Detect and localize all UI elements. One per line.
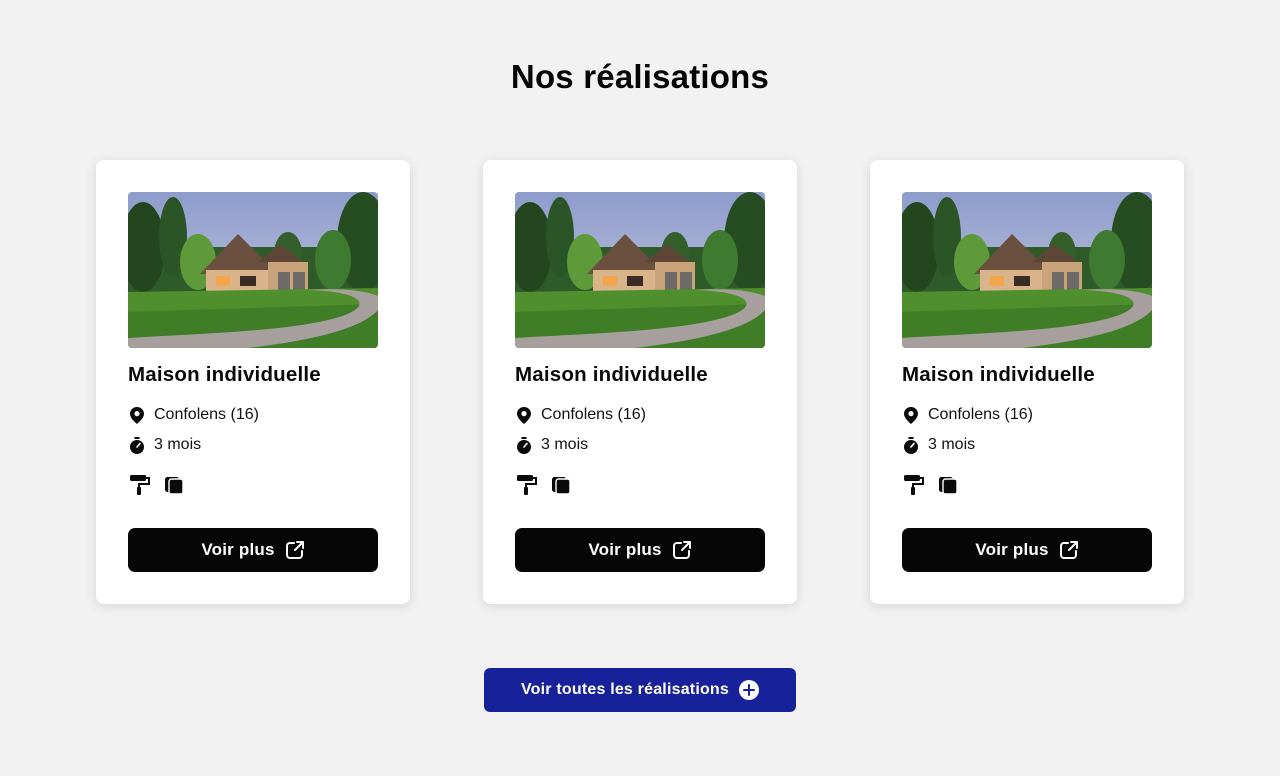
stopwatch-icon	[515, 436, 533, 454]
project-image[interactable]	[515, 192, 765, 348]
duration-text: 3 mois	[154, 436, 202, 453]
project-title: Maison individuelle	[902, 363, 1095, 386]
layers-icon	[162, 473, 186, 497]
page: Nos réalisations Maison individuelle Con…	[0, 0, 1280, 776]
service-icons	[902, 473, 960, 497]
project-location: Confolens (16)	[128, 405, 259, 425]
voir-plus-button[interactable]: Voir plus	[515, 528, 765, 572]
duration-text: 3 mois	[928, 436, 976, 453]
project-image[interactable]	[902, 192, 1152, 348]
project-duration: 3 mois	[902, 435, 975, 455]
location-text: Confolens (16)	[928, 406, 1033, 423]
paint-roller-icon	[128, 473, 152, 497]
project-card: Maison individuelle Confolens (16) 3 moi…	[96, 160, 410, 604]
location-text: Confolens (16)	[541, 406, 646, 423]
voir-plus-button[interactable]: Voir plus	[128, 528, 378, 572]
duration-text: 3 mois	[541, 436, 589, 453]
section-title: Nos réalisations	[510, 58, 770, 95]
stopwatch-icon	[128, 436, 146, 454]
map-pin-icon	[902, 406, 920, 424]
map-pin-icon	[128, 406, 146, 424]
house-photo	[515, 192, 765, 348]
external-link-icon	[285, 540, 305, 560]
service-icons	[128, 473, 186, 497]
stopwatch-icon	[902, 436, 920, 454]
house-photo	[902, 192, 1152, 348]
voir-plus-button[interactable]: Voir plus	[902, 528, 1152, 572]
map-pin-icon	[515, 406, 533, 424]
voir-toutes-label: Voir toutes les réalisations	[520, 681, 730, 698]
project-card: Maison individuelle Confolens (16) 3 moi…	[483, 160, 797, 604]
voir-toutes-realisations-button[interactable]: Voir toutes les réalisations	[484, 668, 796, 712]
plus-circle-icon	[739, 680, 760, 700]
location-text: Confolens (16)	[154, 406, 259, 423]
project-location: Confolens (16)	[902, 405, 1033, 425]
project-title: Maison individuelle	[515, 363, 708, 386]
layers-icon	[549, 473, 573, 497]
house-photo	[128, 192, 378, 348]
project-image[interactable]	[128, 192, 378, 348]
project-card: Maison individuelle Confolens (16) 3 moi…	[870, 160, 1184, 604]
service-icons	[515, 473, 573, 497]
projects-grid: Maison individuelle Confolens (16) 3 moi…	[96, 160, 1184, 604]
paint-roller-icon	[902, 473, 926, 497]
voir-plus-label: Voir plus	[201, 540, 275, 559]
voir-plus-label: Voir plus	[975, 540, 1049, 559]
layers-icon	[936, 473, 960, 497]
paint-roller-icon	[515, 473, 539, 497]
voir-plus-label: Voir plus	[588, 540, 662, 559]
project-location: Confolens (16)	[515, 405, 646, 425]
project-duration: 3 mois	[128, 435, 201, 455]
external-link-icon	[672, 540, 692, 560]
project-duration: 3 mois	[515, 435, 588, 455]
project-title: Maison individuelle	[128, 363, 321, 386]
external-link-icon	[1059, 540, 1079, 560]
